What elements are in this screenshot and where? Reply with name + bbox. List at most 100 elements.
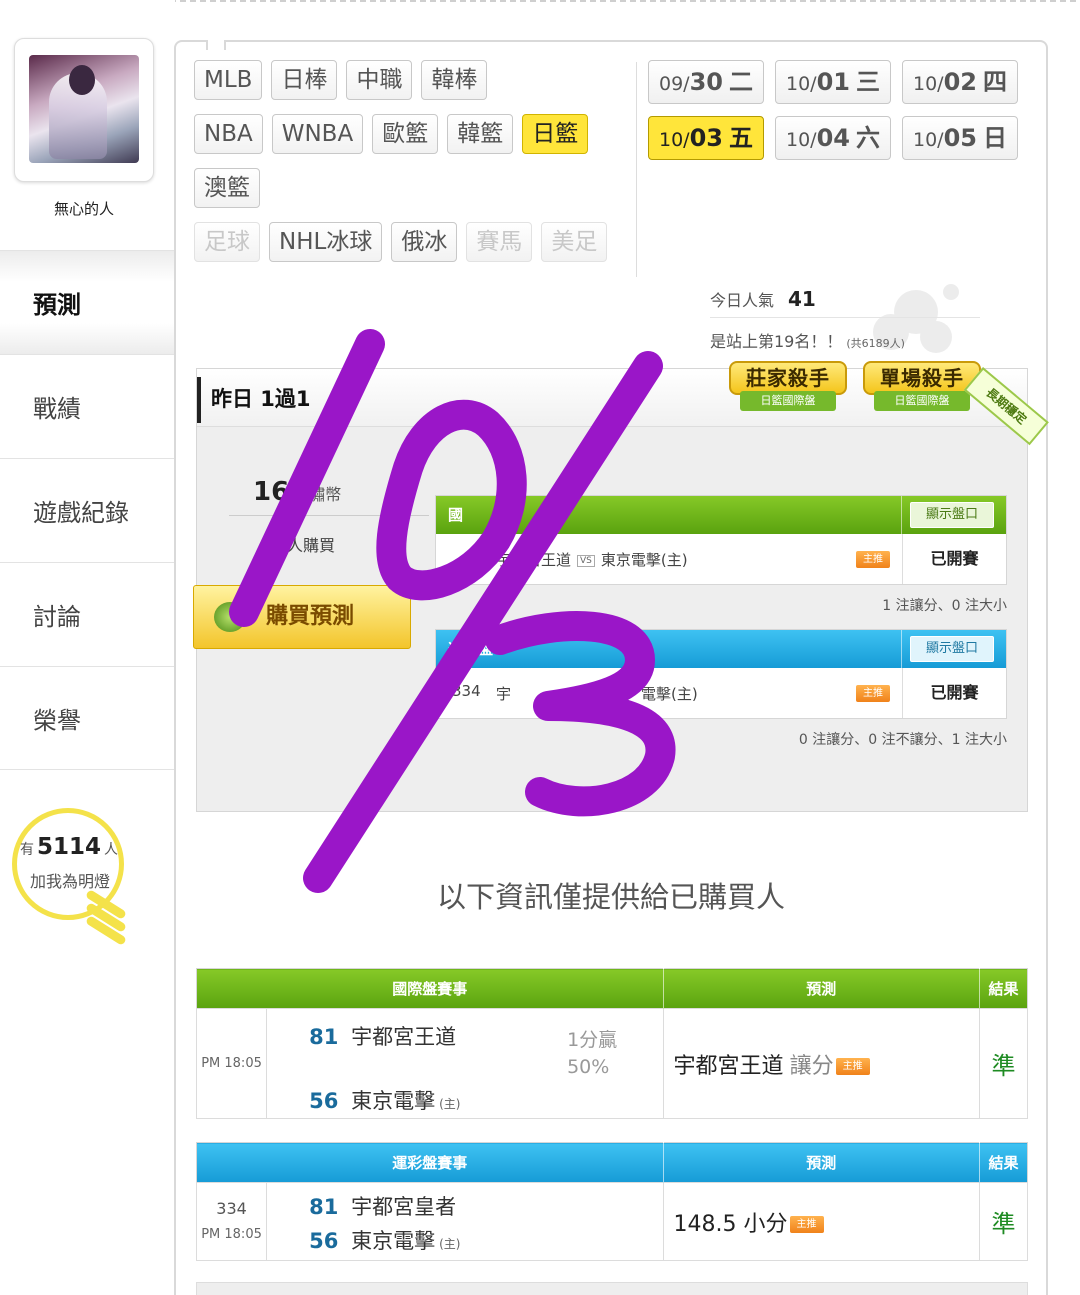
pick-type: 讓分	[789, 1053, 834, 1079]
popularity-total: (共6189人)	[846, 337, 905, 350]
sport-nhl[interactable]: NHL冰球	[269, 222, 383, 262]
main-pick-tag: 主推	[856, 551, 890, 568]
date-1001[interactable]: 10/01 三	[775, 60, 891, 104]
lottery-odds-panel: 運彩盤 顯示盤口 334 宇 電擊(主) 主推 已開賽	[435, 629, 1007, 719]
show-odds-button[interactable]: 顯示盤口	[910, 502, 994, 528]
buy-prediction-button[interactable]: 購買預測	[193, 585, 411, 649]
intl-odds-title: 國	[448, 506, 464, 524]
sport-npb[interactable]: 日棒	[271, 60, 338, 100]
fans-lightbulb[interactable]: 有 5114 人 加我為明燈	[12, 808, 130, 958]
home-mark: (主)	[439, 1237, 461, 1251]
follow-text: 加我為明燈	[30, 872, 111, 891]
purchase-notice: 以下資訊僅提供給已購買人	[436, 880, 785, 914]
sport-khl[interactable]: 俄冰	[391, 222, 458, 262]
nav-item-record[interactable]: 戰績	[0, 354, 175, 458]
banker-killer-badge: 莊家殺手 日籃國際盤	[729, 361, 847, 421]
sport-euro-basketball[interactable]: 歐籃	[372, 114, 439, 154]
popularity-value: 41	[788, 287, 816, 311]
main-pick-tag: 主推	[856, 685, 890, 702]
main-pick-tag: 主推	[789, 1215, 824, 1233]
buyers-count: 人購買	[287, 536, 336, 555]
sidebar: 無心的人 預測 戰績 遊戲紀錄 討論 榮譽 有 5114 人 加我為明燈	[0, 0, 175, 1295]
nav-item-discussion[interactable]: 討論	[0, 562, 175, 666]
header-game: 運彩盤賽事	[196, 1142, 664, 1183]
sport-japan-basketball[interactable]: 日籃	[522, 114, 589, 154]
away-team: 宇都宮王道	[496, 551, 572, 569]
date-1002[interactable]: 10/02 四	[902, 60, 1018, 104]
sport-kbo[interactable]: 韓棒	[421, 60, 488, 100]
nav-item-predict[interactable]: 預測	[0, 250, 175, 354]
popularity: 今日人氣 41 是站上第19名！！ (共6189人)	[710, 284, 980, 352]
table-row: 334 PM 18:05 81 宇都宮皇者 56 東京電擊 (主) 148.5 小分 主推…	[195, 1182, 1029, 1261]
lottery-results-table: 運彩盤賽事 預測 結果 334 PM 18:05 81 宇都宮皇者 56 東京電擊 (主…	[195, 1142, 1029, 1261]
sport-horse-racing[interactable]: 賽馬	[466, 222, 533, 262]
price: 16 元嘯幣	[253, 477, 342, 507]
game-cell: 81 宇都宮皇者 56 東京電擊 (主)	[266, 1182, 664, 1261]
table-header: 運彩盤賽事 預測 結果	[196, 1142, 1028, 1183]
panel-notch	[206, 40, 226, 50]
prediction-box: 昨日 1過1 莊家殺手 日籃國際盤 單場殺手 日籃國際盤 長期穩定 16 元嘯幣 …	[193, 361, 1049, 812]
header-result: 結果	[979, 1142, 1028, 1183]
date-1004[interactable]: 10/04 六	[775, 116, 891, 160]
next-section-strip	[196, 1282, 1028, 1295]
header-game: 國際盤賽事	[196, 968, 664, 1009]
game-time-cell: 334 PM 18:05	[195, 1182, 268, 1261]
game-time: PM 18:05	[195, 1008, 268, 1119]
header-result: 結果	[979, 968, 1028, 1009]
away-team: 宇都宮皇者	[351, 1195, 457, 1219]
handicap: 1分贏 50%	[567, 1029, 618, 1078]
home-team: 東京電擊	[351, 1229, 436, 1253]
sport-mlb[interactable]: MLB	[194, 60, 263, 100]
sport-australia-basketball[interactable]: 澳籃	[194, 168, 260, 208]
away-score: 81	[309, 1025, 339, 1049]
lightbulb-base-icon	[84, 889, 134, 950]
date-picker: 09/30 二 10/01 三 10/02 四 10/03 五 10/04 六 …	[648, 60, 1023, 160]
home-team: 東京電擊(主)	[600, 551, 688, 569]
pick-team: 宇都宮王道	[673, 1053, 784, 1079]
header-prediction: 預測	[663, 968, 980, 1009]
date-1005[interactable]: 10/05 日	[902, 116, 1018, 160]
sport-wnba[interactable]: WNBA	[271, 114, 364, 154]
nav-item-game-log[interactable]: 遊戲紀錄	[0, 458, 175, 562]
avatar[interactable]	[14, 38, 154, 182]
pick-value: 148.5 小分	[673, 1211, 788, 1237]
prediction-cell: 宇都宮王道 讓分 主推	[662, 1008, 980, 1119]
single-killer-badge: 單場殺手 日籃國際盤	[863, 361, 981, 421]
date-1003[interactable]: 10/03 五	[648, 116, 764, 160]
sport-korea-basketball[interactable]: 韓籃	[447, 114, 514, 154]
sport-american-football[interactable]: 美足	[541, 222, 608, 262]
home-team: 電擊(主)	[641, 685, 698, 703]
home-score: 56	[309, 1089, 339, 1113]
sport-cpbl[interactable]: 中職	[346, 60, 413, 100]
popularity-rank: 是站上第19名！！	[710, 332, 843, 351]
intl-game-row: 宇都宮王道 VS 東京電擊(主) 主推 已開賽	[436, 534, 1006, 584]
popularity-label: 今日人氣	[710, 291, 775, 310]
away-team: 宇都宮王道	[351, 1025, 457, 1049]
sport-soccer[interactable]: 足球	[194, 222, 260, 262]
main-pick-tag: 主推	[835, 1057, 870, 1075]
lottery-pick-summary: 0 注讓分、0 注不讓分、1 注大小	[798, 732, 1007, 748]
date-0930[interactable]: 09/30 二	[648, 60, 764, 104]
result-cell: 準	[978, 1182, 1029, 1261]
intl-results-table: 國際盤賽事 預測 結果 PM 18:05 81 宇都宮王道 1分贏 50% 56 東京…	[195, 968, 1029, 1119]
game-status: 已開賽	[902, 534, 1006, 584]
sport-nba[interactable]: NBA	[194, 114, 263, 154]
prediction-title: 昨日 1過1	[211, 387, 311, 411]
prediction-cell: 148.5 小分 主推	[662, 1182, 980, 1261]
price-divider	[229, 515, 429, 516]
away-score: 81	[309, 1195, 339, 1219]
sport-filter: MLB 日棒 中職 韓棒 NBA WNBA 歐籃 韓籃 日籃 澳籃 足球 NHL…	[194, 60, 634, 276]
lottery-game-row: 334 宇 電擊(主) 主推 已開賽	[436, 668, 1006, 718]
username[interactable]: 無心的人	[0, 198, 168, 219]
home-mark: (主)	[439, 1097, 461, 1111]
show-odds-button[interactable]: 顯示盤口	[910, 636, 994, 662]
fans-count: 有 5114 人	[20, 834, 119, 860]
vs-icon: VS	[577, 555, 595, 567]
intl-odds-panel: 國 顯示盤口 宇都宮王道 VS 東京電擊(主) 主推 已開賽	[435, 495, 1007, 585]
result-cell: 準	[978, 1008, 1029, 1119]
table-row: PM 18:05 81 宇都宮王道 1分贏 50% 56 東京電擊 (主) 宇都宮王道讓…	[195, 1008, 1029, 1119]
sidebar-nav: 預測 戰績 遊戲紀錄 討論 榮譽	[0, 250, 175, 770]
nav-item-honor[interactable]: 榮譽	[0, 666, 175, 770]
lottery-odds-title: 運彩盤	[448, 640, 494, 658]
header-prediction: 預測	[663, 1142, 980, 1183]
